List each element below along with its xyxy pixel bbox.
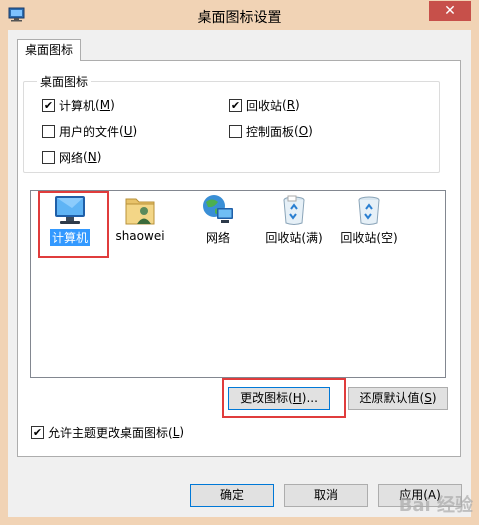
ok-button[interactable]: 确定: [190, 484, 274, 507]
tab-desktop-icons[interactable]: 桌面图标: [17, 39, 81, 61]
icon-list-view[interactable]: 计算机 shaowei 网络 回收站(满) 回收站(空): [30, 190, 446, 378]
button-label: 取消: [313, 488, 338, 502]
icon-label: 网络: [205, 231, 230, 245]
checkbox-network[interactable]: 网络(N): [42, 149, 101, 165]
cancel-button[interactable]: 取消: [284, 484, 368, 507]
change-icon-button[interactable]: 更改图标(H)...: [228, 387, 330, 410]
checkbox-label: 网络: [59, 150, 84, 165]
dialog-window: 桌面图标设置 ✕ 桌面图标 桌面图标 ✔ 计算机(M) ✔ 回收站(R) 用户的…: [0, 0, 479, 525]
icon-item-recycle-bin-empty[interactable]: 回收站(空): [334, 191, 404, 255]
button-label: 更改图标(: [240, 391, 293, 405]
checkbox-box[interactable]: ✔: [229, 98, 242, 112]
checkbox-label: 允许主题更改桌面图标(: [48, 425, 173, 440]
title-bar: 桌面图标设置 ✕: [0, 0, 479, 30]
restore-default-button[interactable]: 还原默认值(S): [348, 387, 448, 410]
access-key: N: [87, 150, 97, 164]
icon-label: 回收站(满): [265, 231, 323, 245]
checkbox-box[interactable]: ✔: [31, 425, 44, 439]
icon-item-user-folder[interactable]: shaowei: [105, 191, 175, 255]
checkbox-control-panel[interactable]: 控制面板(O): [229, 123, 313, 139]
checkbox-label: 计算机: [59, 98, 96, 113]
checkbox-user-files[interactable]: 用户的文件(U): [42, 123, 137, 139]
icon-label: 计算机: [49, 229, 90, 246]
checkbox-box[interactable]: [42, 124, 55, 138]
access-key: R: [286, 98, 296, 112]
user-folder-icon: [125, 198, 155, 225]
dialog-client-area: 桌面图标 桌面图标 ✔ 计算机(M) ✔ 回收站(R) 用户的文件(U) 控制面…: [8, 30, 471, 517]
button-label: 确定: [219, 488, 244, 502]
recycle-bin-full-icon: [283, 195, 305, 225]
network-icon: [203, 195, 233, 223]
access-key: O: [298, 124, 309, 138]
icon-item-recycle-bin-full[interactable]: 回收站(满): [259, 191, 329, 255]
checkbox-box[interactable]: [42, 150, 55, 164]
watermark-logo: Bai 经验: [398, 495, 473, 516]
computer-icon: [55, 196, 85, 224]
icon-label: shaowei: [115, 229, 165, 243]
access-key: S: [424, 391, 432, 405]
button-label-suffix: ): [431, 391, 437, 405]
close-icon: ✕: [444, 3, 456, 19]
icon-item-computer[interactable]: 计算机: [35, 191, 105, 255]
icon-label: 回收站(空): [340, 231, 398, 245]
recycle-bin-empty-icon: [358, 196, 380, 225]
access-key: M: [99, 98, 111, 112]
checkbox-box[interactable]: ✔: [42, 98, 55, 112]
button-label-suffix: )...: [301, 391, 318, 405]
icon-item-network[interactable]: 网络: [183, 191, 253, 255]
group-legend: 桌面图标: [37, 73, 92, 90]
checkbox-label-suffix: ): [179, 425, 185, 439]
checkbox-label: 控制面板: [246, 124, 295, 139]
checkbox-box[interactable]: [229, 124, 242, 138]
access-key: L: [172, 425, 180, 439]
checkbox-computer[interactable]: ✔ 计算机(M): [42, 97, 115, 113]
button-label: 还原默认值(: [359, 391, 425, 405]
checkbox-label: 用户的文件: [59, 124, 120, 139]
checkbox-recycle-bin[interactable]: ✔ 回收站(R): [229, 97, 300, 113]
access-key: H: [292, 391, 302, 405]
checkbox-label: 回收站: [246, 98, 283, 113]
close-button[interactable]: ✕: [429, 1, 471, 21]
window-title: 桌面图标设置: [197, 10, 282, 26]
checkbox-allow-themes[interactable]: ✔ 允许主题更改桌面图标(L): [31, 424, 184, 440]
tab-label: 桌面图标: [24, 43, 73, 57]
access-key: U: [123, 124, 133, 138]
